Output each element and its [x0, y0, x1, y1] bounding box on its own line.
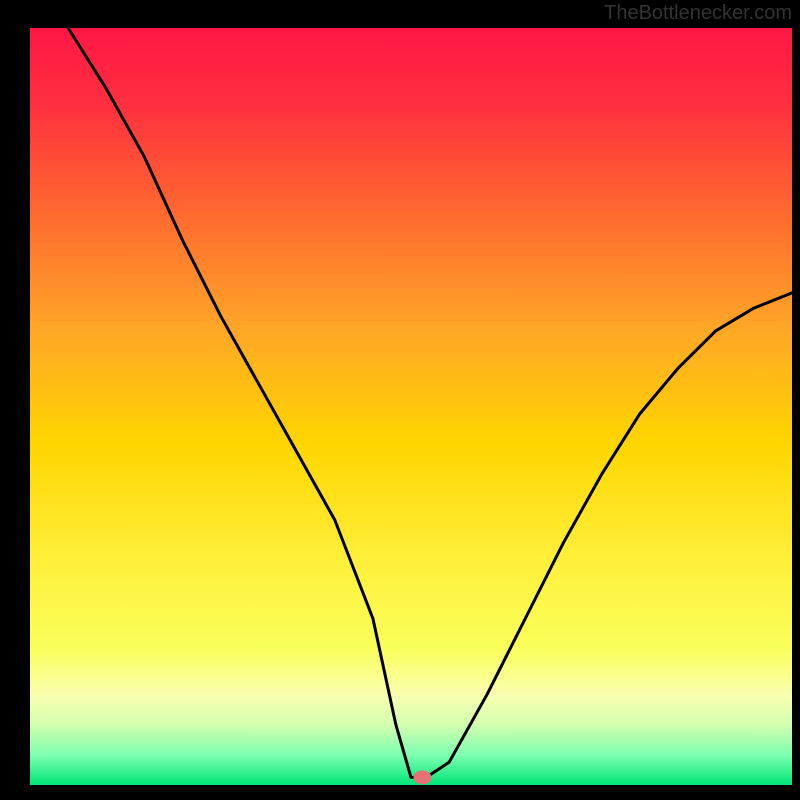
watermark-text: TheBottlenecker.com	[604, 2, 792, 25]
bottleneck-chart	[0, 0, 800, 800]
chart-background	[30, 28, 792, 785]
optimal-marker	[413, 770, 431, 784]
